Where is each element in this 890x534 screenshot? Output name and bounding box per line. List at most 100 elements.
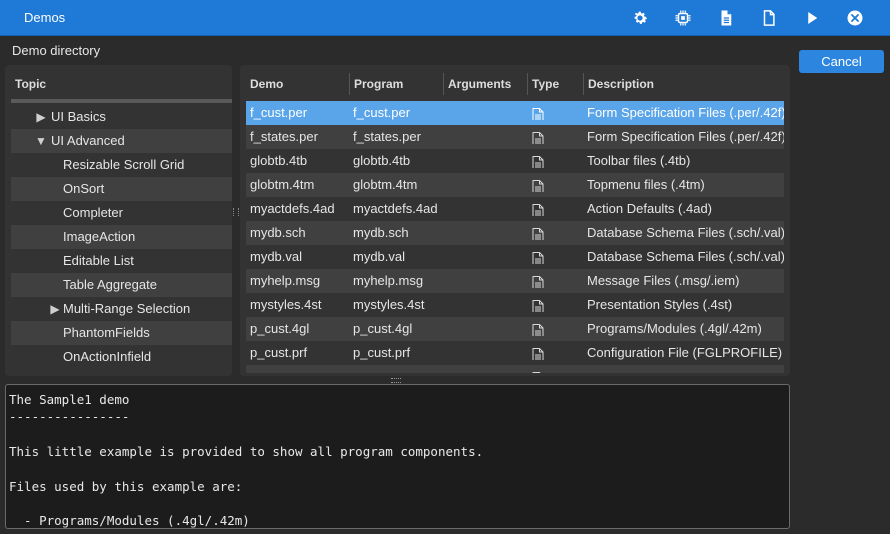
cell-program: myactdefs.4ad [353,201,438,216]
tree-item-label: Multi-Range Selection [63,301,191,316]
chevron-right-icon[interactable]: ▶ [49,297,61,321]
cell-description: Message Files (.msg/.iem) [587,273,740,288]
section-label: Demo directory [12,43,101,58]
tree-item[interactable]: ▶ Multi-Range Selection [11,297,232,321]
chip-icon[interactable] [661,9,704,27]
cell-description: Presentation Styles (.4st) [587,297,733,312]
blank-document-icon[interactable] [747,9,790,27]
text-line: Files used by this example are: [9,478,243,494]
play-icon[interactable] [790,9,833,27]
tree-item-label: OnSort [63,181,105,196]
table-header: Demo Program Arguments Type Description [240,73,790,95]
document-icon [532,346,544,360]
tree-item[interactable]: ImageAction [11,225,232,249]
cell-description: Configuration File (FGLPROFILE) [587,345,783,360]
document-icon [532,274,544,288]
table-body: f_cust.per f_cust.per Form Specification F… [246,101,784,373]
tree-item[interactable]: Resizable Scroll Grid [11,153,232,177]
cell-description: Action Defaults (.4ad) [587,201,713,216]
text-line: The Sample1 demo [9,392,130,407]
cell-program: f_cust.per [353,105,411,120]
header-divider [11,99,232,103]
tree-item[interactable]: ▼ UI Advanced [11,129,232,153]
cell-program: f_states.per [353,129,421,144]
tree-item[interactable]: OnSort [11,177,232,201]
cell-program: myhelp.msg [353,273,424,288]
cell-description: Programs/Modules (.4gl/.42m) [587,321,762,336]
cell-program: globtb.4tb [353,153,411,168]
tree-item-label: Resizable Scroll Grid [63,157,185,172]
tree-item-label: PhantomFields [63,325,150,340]
document-icon [532,370,544,373]
cell-program: mystyles.4st [353,297,425,312]
horizontal-splitter[interactable] [391,378,401,383]
tree-item-label: Completer [63,205,123,220]
table-row[interactable]: myactdefs.4ad myactdefs.4ad Action Default… [246,197,784,221]
document-icon[interactable] [704,9,747,27]
cell-program: mydb.val [353,249,406,264]
cell-description: Topmenu files (.4tm) [587,177,705,192]
table-row[interactable]: p_cust.prf p_cust.prf Configuration File (… [246,341,784,365]
tree-item-label: Table Aggregate [63,277,157,292]
table-row[interactable]: mystyles.4st mystyles.4st Presentation Sty… [246,293,784,317]
text-line: - Programs/Modules (.4gl/.42m) [9,513,250,529]
topic-tree: ▶ UI Basics ▼ UI Advanced Resizable Scroll G… [11,105,232,369]
toolbar [618,9,876,27]
table-row[interactable]: f_cust.per f_cust.per Form Specification F… [246,101,784,125]
cancel-button[interactable]: Cancel [799,50,884,73]
tree-item-label: ImageAction [63,229,136,244]
chevron-down-icon[interactable]: ▼ [35,129,47,153]
chevron-right-icon[interactable]: ▶ [35,105,47,129]
close-circle-icon[interactable] [833,9,876,27]
vertical-splitter[interactable] [233,208,239,216]
tree-item[interactable]: ▶ UI Basics [11,105,232,129]
column-header-demo[interactable]: Demo [246,73,347,95]
document-icon [532,202,544,216]
cell-description: Form Specification Files (.per/.42f) [587,129,784,144]
table-row[interactable]: myhelp.msg myhelp.msg Message Files (.msg/… [246,269,784,293]
cell-program: p_cust.4gl [353,321,413,336]
table-row[interactable] [246,365,784,373]
document-icon [532,226,544,240]
cell-demo: globtb.4tb [250,153,308,168]
document-icon [532,322,544,336]
title-bar: Demos [0,0,890,36]
tree-item[interactable]: Editable List [11,249,232,273]
cell-demo: p_cust.4gl [250,321,310,336]
document-icon [532,154,544,168]
cell-demo: f_states.per [250,129,318,144]
cell-demo: myhelp.msg [250,273,321,288]
tree-item[interactable]: OnActionInfield [11,345,232,369]
table-row[interactable]: globtb.4tb globtb.4tb Toolbar files (.4tb) [246,149,784,173]
tree-item[interactable]: Completer [11,201,232,225]
cell-demo: mydb.val [250,249,303,264]
document-icon [532,298,544,312]
table-row[interactable]: globtm.4tm globtm.4tm Topmenu files (.4tm) [246,173,784,197]
description-textarea[interactable]: The Sample1 demo ---------------- This lit… [5,384,790,529]
column-header-arguments[interactable]: Arguments [443,73,528,95]
document-icon [532,106,544,120]
table-row[interactable]: mydb.val mydb.val Database Schema Files (.… [246,245,784,269]
cell-description: Database Schema Files (.sch/.val) [587,249,784,264]
table-row[interactable]: p_cust.4gl p_cust.4gl Programs/Modules (.4… [246,317,784,341]
table-row[interactable]: mydb.sch mydb.sch Database Schema Files (.… [246,221,784,245]
cell-description: Database Schema Files (.sch/.val) [587,225,784,240]
text-line: ---------------- [9,409,130,425]
column-header-program[interactable]: Program [349,73,444,95]
tree-item[interactable]: PhantomFields [11,321,232,345]
gear-icon[interactable] [618,9,661,27]
cell-demo: globtm.4tm [250,177,315,192]
cell-program: p_cust.prf [353,345,411,360]
column-header-description[interactable]: Description [583,73,788,95]
topic-header[interactable]: Topic [15,77,46,91]
tree-item-label: OnActionInfield [63,349,152,364]
cell-demo: mydb.sch [250,225,306,240]
column-header-type[interactable]: Type [527,73,582,95]
window-title: Demos [24,10,66,25]
tree-item[interactable]: Table Aggregate [11,273,232,297]
cell-demo: myactdefs.4ad [250,201,335,216]
document-icon [532,250,544,264]
cell-demo: mystyles.4st [250,297,322,312]
cell-description: Form Specification Files (.per/.42f) [587,105,784,120]
table-row[interactable]: f_states.per f_states.per Form Specificati… [246,125,784,149]
